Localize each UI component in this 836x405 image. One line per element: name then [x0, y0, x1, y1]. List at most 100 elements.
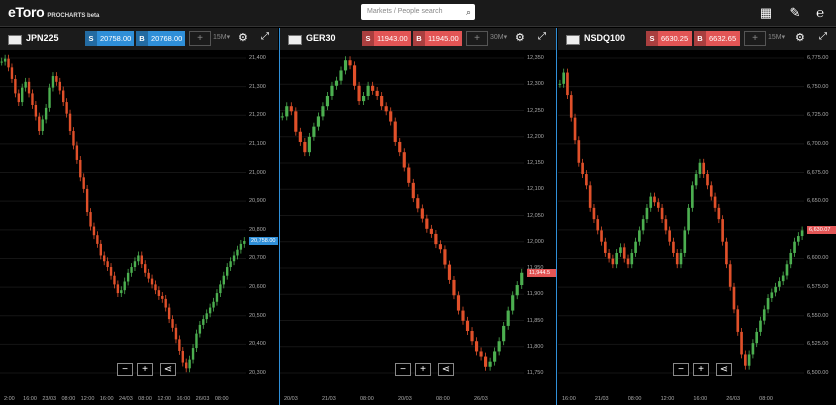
- candle: [188, 359, 191, 369]
- y-tick-label: 21,400: [249, 55, 266, 61]
- candle: [402, 152, 406, 168]
- candle: [393, 121, 397, 142]
- y-tick-label: 21,300: [249, 83, 266, 90]
- timeframe-select[interactable]: 15M▾: [768, 33, 785, 41]
- candle: [89, 212, 92, 227]
- candle: [774, 286, 777, 293]
- candle: [154, 284, 157, 291]
- candle: [683, 230, 687, 253]
- candle: [796, 236, 800, 242]
- candle: [698, 162, 702, 175]
- candle: [702, 162, 706, 175]
- search-input[interactable]: Markets / People search ⌕: [361, 4, 475, 20]
- candle: [434, 233, 438, 245]
- candle: [147, 272, 150, 279]
- timeframe-select[interactable]: 15M▾: [213, 33, 230, 41]
- candle: [569, 95, 573, 118]
- x-axis: 20/03 21/03 08:00 20/03 08:00 26/03: [280, 393, 524, 405]
- price-chart[interactable]: [0, 50, 246, 391]
- x-tick-label: 2:00: [4, 396, 15, 402]
- x-tick-label: 08:00: [61, 396, 76, 402]
- candle: [85, 188, 89, 213]
- crosshair-icon[interactable]: +: [744, 31, 766, 46]
- candle: [312, 126, 316, 137]
- candle: [343, 60, 348, 71]
- share-icon[interactable]: ⋖: [716, 363, 732, 376]
- zoom-out-button[interactable]: −: [395, 363, 411, 376]
- etoro-e-icon[interactable]: ℮: [812, 5, 828, 21]
- candle: [137, 255, 140, 262]
- candle: [438, 244, 442, 250]
- zoom-out-button[interactable]: −: [673, 363, 689, 376]
- y-tick-label: 20,300: [249, 370, 266, 376]
- x-tick-label: 23/03: [42, 396, 57, 402]
- candle: [205, 313, 208, 320]
- candle: [113, 275, 116, 285]
- candle: [603, 241, 607, 253]
- sell-button[interactable]: S 20758.00: [85, 31, 134, 46]
- x-tick-label: 21/03: [594, 396, 609, 402]
- price-chart[interactable]: [558, 50, 804, 391]
- x-tick-label: 26/03: [195, 396, 210, 402]
- zoom-in-button[interactable]: +: [415, 363, 431, 376]
- x-tick-label: 08:00: [214, 396, 229, 402]
- zoom-in-button[interactable]: +: [137, 363, 153, 376]
- candle: [515, 285, 519, 296]
- candle: [375, 90, 379, 96]
- x-tick-label: 16:00: [99, 396, 114, 402]
- expand-icon[interactable]: ⤢: [538, 31, 546, 42]
- zoom-in-button[interactable]: +: [693, 363, 709, 376]
- sell-button[interactable]: S 11943.00: [362, 31, 411, 46]
- x-axis: 2:00 16:00 23/03 08:00 12:00 16:00 24/03 08:00 1…: [0, 393, 246, 405]
- price-chart[interactable]: [280, 50, 524, 391]
- etoro-logo[interactable]: eToro PROCHARTS beta: [8, 4, 99, 20]
- zoom-out-button[interactable]: −: [117, 363, 133, 376]
- crosshair-icon[interactable]: +: [466, 31, 488, 46]
- candle: [72, 131, 75, 146]
- sell-button[interactable]: S 6630.25: [646, 31, 692, 46]
- candle: [357, 85, 361, 102]
- y-axis: 6,775.00 6,750.00 6,725.00 6,700.00 6,675.00…: [804, 50, 836, 391]
- y-tick-label: 12,000: [527, 238, 544, 245]
- candle: [634, 241, 637, 253]
- gear-icon[interactable]: ⚙: [795, 31, 805, 44]
- instrument-symbol: JPN225: [26, 33, 59, 43]
- candle: [615, 252, 618, 265]
- candle: [461, 310, 465, 321]
- y-tick-label: 6,750.00: [807, 83, 829, 90]
- candle: [185, 362, 188, 369]
- candle: [298, 131, 302, 142]
- share-icon[interactable]: ⋖: [438, 363, 454, 376]
- candle: [755, 331, 759, 344]
- gear-icon[interactable]: ⚙: [515, 31, 525, 44]
- panel-header: JPN225 S 20758.00 B 20768.00 + 15M▾ ⚙ ⤢: [0, 28, 278, 50]
- layout-icon[interactable]: ▦: [758, 5, 774, 21]
- candle: [219, 284, 222, 294]
- candle: [679, 252, 683, 265]
- y-tick-label: 20,900: [249, 198, 266, 205]
- candle: [611, 258, 615, 265]
- candle: [600, 230, 603, 242]
- candle: [103, 255, 106, 262]
- expand-icon[interactable]: ⤢: [261, 31, 269, 42]
- gear-icon[interactable]: ⚙: [238, 31, 248, 44]
- candle: [348, 60, 352, 66]
- candle: [588, 185, 592, 208]
- candle: [653, 196, 656, 203]
- candle: [294, 111, 298, 132]
- candle: [747, 354, 751, 366]
- pencil-icon[interactable]: ✎: [787, 5, 803, 21]
- crosshair-icon[interactable]: +: [189, 31, 211, 46]
- buy-button[interactable]: B 11945.00: [413, 31, 462, 46]
- candle: [334, 80, 339, 86]
- candle: [511, 295, 515, 311]
- buy-button[interactable]: B 6632.65: [694, 31, 740, 46]
- y-tick-label: 20,500: [249, 312, 266, 319]
- candle: [339, 70, 343, 81]
- share-icon[interactable]: ⋖: [160, 363, 176, 376]
- expand-icon[interactable]: ⤢: [819, 31, 827, 42]
- candle: [502, 325, 506, 342]
- timeframe-select[interactable]: 30M▾: [490, 33, 507, 41]
- y-tick-label: 6,775.00: [807, 55, 829, 61]
- buy-button[interactable]: B 20768.00: [136, 31, 185, 46]
